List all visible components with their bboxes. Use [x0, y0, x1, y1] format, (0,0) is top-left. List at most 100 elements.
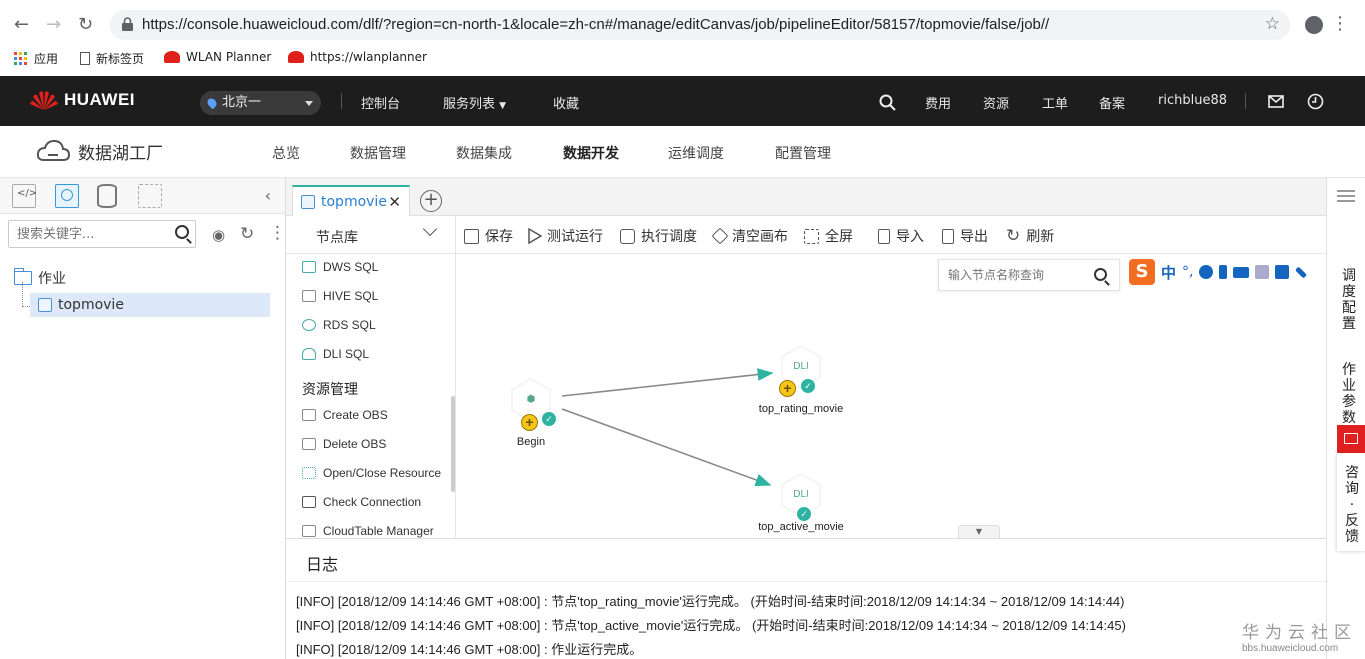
job-params-tab[interactable]: 作业参数	[1341, 362, 1357, 426]
huawei-logo-icon	[164, 51, 180, 63]
tab-topmovie[interactable]: topmovie ✕	[292, 185, 410, 217]
job-tab-icon[interactable]	[55, 184, 79, 208]
button-label: 导入	[896, 229, 924, 245]
node-cloudtable-manager[interactable]: CloudTable Manager	[302, 524, 434, 538]
node-label: Check Connection	[323, 495, 422, 509]
refresh-button[interactable]: ↻ 刷新	[1006, 226, 1054, 246]
node-library-header[interactable]: 节点库	[286, 216, 455, 254]
search-icon[interactable]	[879, 94, 896, 111]
group-resource-management: 资源管理	[302, 382, 358, 398]
sidebar-search-row: ◉ ↻ ⋮	[0, 214, 286, 254]
add-icon[interactable]: +	[521, 414, 538, 431]
tree-folder-jobs[interactable]: 作业	[14, 268, 66, 288]
job-icon	[301, 195, 315, 209]
nav-billing[interactable]: 费用	[925, 93, 951, 112]
node-dli-sql[interactable]: DLI SQL	[302, 347, 369, 361]
clock-icon[interactable]	[1307, 93, 1324, 110]
resource-tab-icon[interactable]	[138, 184, 162, 208]
nav-service-list[interactable]: 服务列表 ▼	[443, 93, 506, 112]
test-run-button[interactable]: 测试运行	[528, 226, 603, 246]
fullscreen-icon	[804, 228, 819, 244]
bookmarks-bar: 应用 新标签页 WLAN Planner https://wlanplanner	[0, 48, 1365, 70]
canvas-node-top-rating-movie[interactable]: DLI + ✓ top_rating_movie	[741, 345, 861, 415]
mail-icon[interactable]	[1268, 95, 1284, 108]
canvas-node-begin[interactable]: ⬢ + ✓ Begin	[510, 378, 556, 448]
tree-label: topmovie	[58, 297, 124, 313]
tab-data-integration[interactable]: 数据集成	[456, 143, 512, 163]
sidebar-search-input[interactable]	[9, 221, 159, 247]
database-tab-icon[interactable]	[97, 184, 117, 208]
more-icon[interactable]: ⋮	[269, 223, 286, 243]
account-icon[interactable]	[1305, 16, 1323, 34]
node-hive-sql[interactable]: HIVE SQL	[302, 289, 378, 303]
node-open-close-resource[interactable]: Open/Close Resource	[302, 466, 441, 480]
expand-log-toggle[interactable]: ▼	[958, 525, 1000, 538]
node-delete-obs[interactable]: Delete OBS	[302, 437, 386, 451]
dws-icon	[302, 261, 316, 273]
bookmark-apps[interactable]: 应用	[14, 50, 58, 67]
schedule-config-tab[interactable]: 调度配置	[1341, 268, 1357, 332]
script-tab-icon[interactable]: </>	[12, 184, 37, 208]
save-button[interactable]: 保存	[464, 226, 513, 246]
edge-layer	[561, 368, 774, 487]
back-icon[interactable]: ←	[14, 15, 29, 35]
bookmark-wlan[interactable]: WLAN Planner	[164, 50, 271, 64]
node-name: Begin	[516, 436, 546, 448]
bookmark-newtab[interactable]: 新标签页	[80, 50, 144, 67]
node-library-scrollbar[interactable]	[451, 396, 455, 492]
product-brand[interactable]: 数据湖工厂	[36, 138, 163, 164]
fullscreen-button[interactable]: 全屏	[804, 226, 853, 246]
address-bar[interactable]: https://console.huaweicloud.com/dlf/?reg…	[110, 10, 1290, 40]
huawei-flower-icon	[30, 91, 58, 110]
collapse-sidebar-icon[interactable]: ‹	[265, 186, 271, 205]
refresh-icon[interactable]: ↻	[240, 224, 254, 244]
close-icon[interactable]: ✕	[388, 193, 401, 211]
forward-icon[interactable]: →	[46, 15, 61, 35]
nav-icp[interactable]: 备案	[1099, 93, 1125, 112]
export-icon	[942, 228, 954, 244]
feedback-button[interactable]: 咨询·反馈	[1337, 453, 1365, 551]
node-label: CloudTable Manager	[323, 524, 434, 538]
add-tab-icon[interactable]: +	[420, 190, 442, 212]
user-name[interactable]: richblue88	[1158, 93, 1227, 108]
region-select[interactable]: 北京一	[200, 91, 321, 115]
eraser-icon	[711, 227, 729, 245]
clear-canvas-button[interactable]: 清空画布	[711, 226, 788, 246]
nav-resources[interactable]: 资源	[983, 93, 1009, 112]
feedback-icon[interactable]	[1337, 425, 1365, 453]
log-title: 日志	[306, 555, 339, 574]
tab-data-development[interactable]: 数据开发	[563, 143, 619, 163]
edge-begin-to-active[interactable]	[561, 408, 772, 487]
canvas-node-top-active-movie[interactable]: DLI ✓ top_active_movie	[741, 473, 861, 533]
export-button[interactable]: 导出	[942, 226, 988, 246]
add-icon[interactable]: +	[779, 380, 796, 397]
node-dws-sql[interactable]: DWS SQL	[302, 260, 378, 274]
node-create-obs[interactable]: Create OBS	[302, 408, 388, 422]
caret-down-icon	[305, 101, 313, 110]
tree-item-topmovie[interactable]: topmovie	[30, 293, 270, 317]
node-library: 节点库 DWS SQL HIVE SQL RDS SQL DLI SQL 资源管…	[286, 216, 456, 538]
node-rds-sql[interactable]: RDS SQL	[302, 318, 376, 332]
browser-menu-icon[interactable]: ⋮	[1331, 15, 1349, 33]
nav-tickets[interactable]: 工单	[1042, 93, 1068, 112]
import-button[interactable]: 导入	[878, 226, 924, 246]
bookmark-wlanplanner[interactable]: https://wlanplanner	[288, 50, 427, 64]
tab-data-management[interactable]: 数据管理	[350, 143, 406, 163]
button-label: 执行调度	[641, 229, 697, 245]
reload-icon[interactable]: ↻	[78, 15, 93, 35]
menu-icon[interactable]	[1337, 190, 1355, 202]
tab-ops-scheduling[interactable]: 运维调度	[668, 143, 724, 163]
search-icon[interactable]	[175, 225, 189, 239]
tab-overview[interactable]: 总览	[272, 143, 300, 163]
button-label: 全屏	[825, 229, 853, 245]
locate-icon[interactable]: ◉	[212, 226, 225, 244]
pipeline-canvas[interactable]: S 中 °, ⬢ + ✓ Begin DLI + ✓ top_rating_mo…	[456, 255, 1326, 538]
bookmark-star-icon[interactable]: ☆	[1265, 14, 1280, 34]
node-check-connection[interactable]: Check Connection	[302, 495, 421, 509]
huawei-logo[interactable]: HUAWEI	[30, 89, 135, 111]
tab-config-management[interactable]: 配置管理	[775, 143, 831, 163]
brand-text: HUAWEI	[64, 90, 135, 109]
nav-favorites[interactable]: 收藏	[553, 93, 579, 112]
execute-schedule-button[interactable]: 执行调度	[620, 226, 697, 246]
nav-console[interactable]: 控制台	[361, 93, 400, 112]
